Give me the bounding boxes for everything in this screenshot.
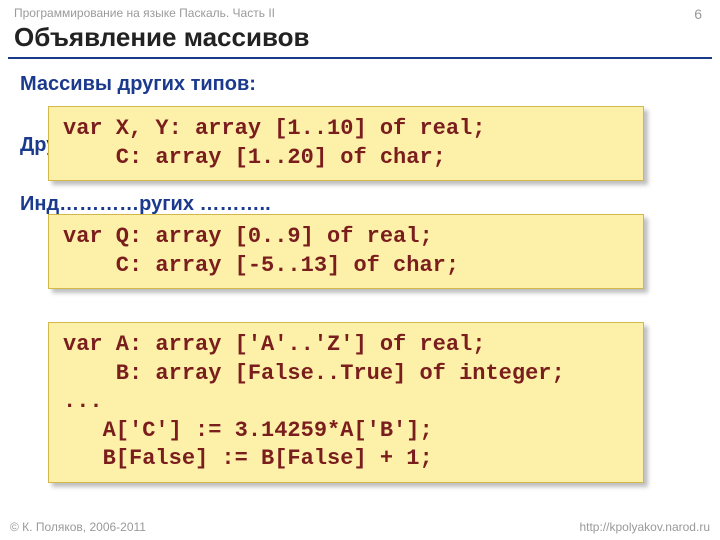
section-heading-types: Массивы других типов: bbox=[20, 73, 704, 96]
code-block-range: var Q: array [0..9] of real; C: array [-… bbox=[48, 214, 644, 289]
code-block-types: var X, Y: array [1..10] of real; C: arra… bbox=[48, 106, 644, 181]
page-number: 6 bbox=[694, 6, 702, 22]
footer-copyright: © К. Поляков, 2006-2011 bbox=[10, 520, 146, 534]
section-heading-indices-partial: Инд…………ругих ……….. bbox=[20, 193, 704, 216]
footer-url: http://kpolyakov.narod.ru bbox=[579, 520, 710, 534]
breadcrumb: Программирование на языке Паскаль. Часть… bbox=[14, 6, 706, 20]
code-block-indices: var A: array ['A'..'Z'] of real; B: arra… bbox=[48, 322, 644, 483]
page-title: Объявление массивов bbox=[14, 22, 706, 53]
